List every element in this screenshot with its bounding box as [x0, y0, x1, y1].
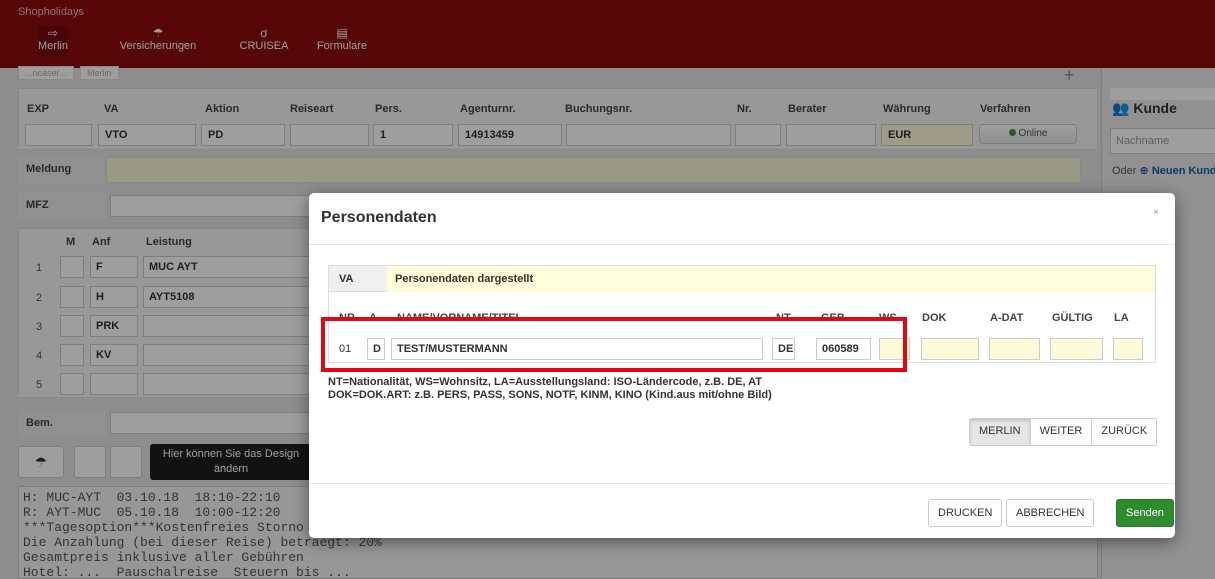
- highlight-frame: [321, 317, 907, 372]
- col-la: LA: [1114, 312, 1129, 324]
- va-row: VA Personendaten dargestellt: [329, 266, 1155, 292]
- va-label: VA: [339, 273, 354, 285]
- personendaten-modal: Personendaten × VA Personendaten dargest…: [309, 193, 1175, 538]
- col-dok: DOK: [922, 312, 947, 324]
- modal-title: Personendaten: [321, 209, 437, 226]
- person-dok-field[interactable]: [921, 338, 979, 360]
- help-line-1: NT=Nationalität, WS=Wohnsitz, LA=Ausstel…: [328, 376, 763, 388]
- field-help-text: NT=Nationalität, WS=Wohnsitz, LA=Ausstel…: [328, 376, 772, 402]
- print-button[interactable]: DRUCKEN: [928, 499, 1003, 527]
- col-a-dat: A-DAT: [990, 312, 1024, 324]
- va-message: Personendaten dargestellt: [387, 266, 1155, 292]
- weiter-button[interactable]: WEITER: [1030, 419, 1093, 445]
- step-button-group: MERLIN WEITER ZURÜCK: [969, 418, 1158, 446]
- cancel-button[interactable]: ABBRECHEN: [1006, 499, 1095, 527]
- zurueck-button[interactable]: ZURÜCK: [1092, 419, 1157, 445]
- modal-divider: [309, 244, 1175, 245]
- col-gueltig: GÜLTIG: [1052, 312, 1093, 324]
- person-la-field[interactable]: [1113, 338, 1143, 360]
- send-button[interactable]: Senden: [1116, 499, 1174, 527]
- help-line-2: DOK=DOK.ART: z.B. PERS, PASS, SONS, NOTF…: [328, 389, 772, 401]
- close-icon[interactable]: ×: [1153, 207, 1159, 218]
- modal-footer-divider: [309, 483, 1175, 484]
- merlin-button[interactable]: MERLIN: [970, 419, 1031, 445]
- person-gueltig-field[interactable]: [1050, 338, 1103, 360]
- person-a-dat-field[interactable]: [989, 338, 1040, 360]
